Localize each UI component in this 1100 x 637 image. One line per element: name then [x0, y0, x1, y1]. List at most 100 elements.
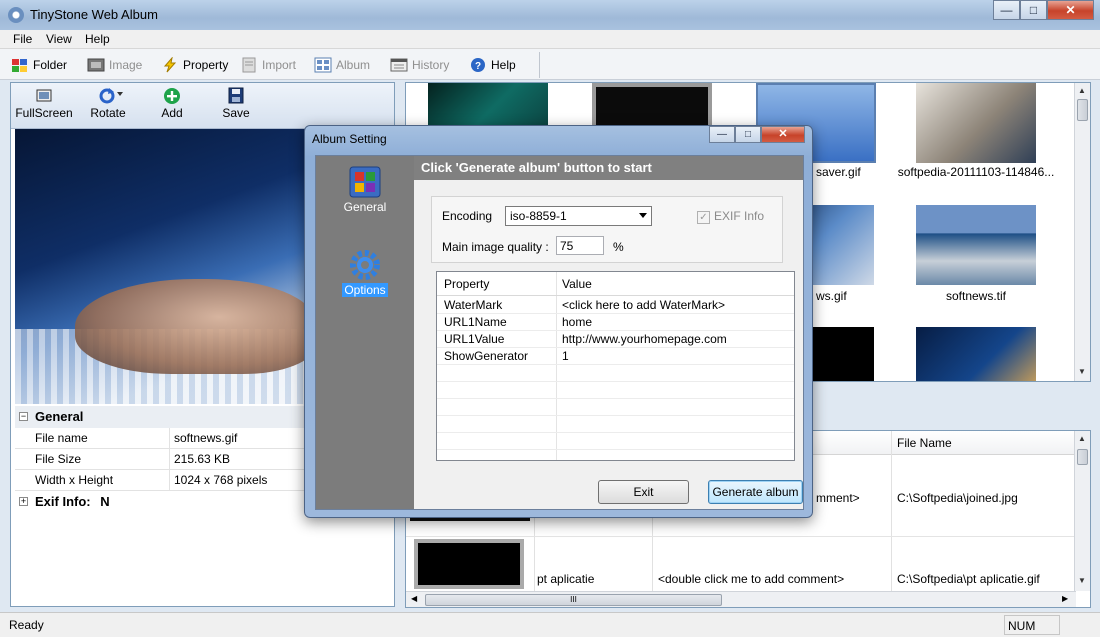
fullscreen-icon: [35, 87, 53, 104]
history-label: History: [412, 58, 450, 72]
import-button[interactable]: Import: [240, 54, 296, 76]
thumbnail-caption: softnews.tif: [945, 289, 1007, 303]
save-button[interactable]: Save: [206, 87, 266, 120]
scroll-up-icon[interactable]: ▲: [1078, 434, 1086, 443]
exif-group-value: N: [100, 494, 110, 509]
image-icon: [87, 57, 105, 73]
scroll-right-icon[interactable]: ▶: [1062, 594, 1068, 603]
property-value: 215.63 KB: [174, 452, 231, 466]
exit-button[interactable]: Exit: [598, 480, 689, 504]
hscroll-thumb[interactable]: III: [425, 594, 722, 606]
column-header-file-name[interactable]: File Name: [897, 436, 952, 450]
grid-row[interactable]: URL1Value http://www.yourhomepage.com: [437, 331, 794, 348]
status-bar: Ready NUM: [0, 612, 1100, 637]
property-key: File Size: [15, 449, 170, 469]
dialog-header: Click 'Generate album' button to start: [414, 156, 803, 180]
viewer-toolbar: FullScreen Rotate Add Save: [11, 83, 394, 129]
list-horizontal-scrollbar[interactable]: ◀ III ▶: [406, 591, 1076, 607]
grid-header-property[interactable]: Property: [444, 277, 489, 291]
generate-album-button[interactable]: Generate album: [708, 480, 803, 504]
grid-empty-row: [437, 382, 794, 399]
thumbnail[interactable]: [916, 205, 1036, 285]
options-gear-icon: [349, 249, 381, 281]
general-icon: [349, 166, 381, 198]
dialog-close-button[interactable]: ✕: [761, 126, 805, 143]
exif-info-label: EXIF Info: [714, 209, 765, 223]
album-label: Album: [336, 58, 371, 72]
rotate-icon: [99, 87, 123, 104]
grid-empty-row: [437, 365, 794, 382]
grid-value[interactable]: 1: [562, 349, 569, 363]
dialog-body: General Options Click 'Generate album' b…: [315, 155, 804, 510]
image-button[interactable]: Image: [87, 54, 142, 76]
fullscreen-button[interactable]: FullScreen: [14, 87, 74, 120]
exif-group-label: Exif Info:: [35, 494, 91, 509]
folder-button[interactable]: Folder: [11, 54, 67, 76]
property-value: 1024 x 768 pixels: [174, 473, 268, 487]
scroll-thumb[interactable]: [1077, 99, 1088, 121]
title-bar: TinyStone Web Album — □ ✕: [0, 0, 1100, 30]
scroll-down-icon[interactable]: ▼: [1078, 576, 1086, 585]
thumbnail[interactable]: [916, 83, 1036, 163]
property-value: softnews.gif: [174, 431, 238, 445]
row-thumbnail[interactable]: [414, 539, 524, 589]
save-label: Save: [222, 106, 250, 120]
dialog-maximize-button[interactable]: □: [735, 126, 761, 143]
thumbnail[interactable]: [916, 327, 1036, 381]
preview-figure: [75, 279, 315, 374]
history-button[interactable]: History: [390, 54, 449, 76]
collapse-icon[interactable]: −: [19, 412, 28, 421]
list-vertical-scrollbar[interactable]: ▲ ▼: [1074, 431, 1090, 591]
quality-input[interactable]: 75: [556, 236, 604, 255]
folder-icon: [11, 57, 29, 73]
close-button[interactable]: ✕: [1047, 0, 1094, 20]
grid-empty-row: [437, 433, 794, 450]
dialog-minimize-button[interactable]: —: [709, 126, 735, 143]
grid-empty-row: [437, 399, 794, 416]
rotate-button[interactable]: Rotate: [78, 87, 138, 120]
minimize-button[interactable]: —: [993, 0, 1020, 20]
sidebar-item-options[interactable]: Options: [316, 249, 414, 297]
add-label: Add: [161, 106, 183, 120]
album-options-grid: Property Value WaterMark <click here to …: [436, 271, 795, 461]
grid-value[interactable]: http://www.yourhomepage.com: [562, 332, 727, 346]
property-icon: [161, 56, 179, 73]
scroll-left-icon[interactable]: ◀: [411, 594, 417, 603]
grid-value[interactable]: <click here to add WaterMark>: [562, 298, 725, 312]
sidebar-item-label: General: [343, 200, 387, 214]
grid-value[interactable]: home: [562, 315, 592, 329]
expand-icon[interactable]: +: [19, 497, 28, 506]
fullscreen-label: FullScreen: [15, 106, 73, 120]
menu-file[interactable]: File: [13, 32, 32, 46]
folder-label: Folder: [33, 58, 68, 72]
maximize-button[interactable]: □: [1020, 0, 1047, 20]
scroll-thumb[interactable]: [1077, 449, 1088, 465]
grid-header-value[interactable]: Value: [562, 277, 592, 291]
encoding-select[interactable]: iso-8859-1: [505, 206, 652, 226]
menu-help[interactable]: Help: [85, 32, 110, 46]
dialog-title: Album Setting: [312, 132, 387, 146]
file-comment[interactable]: mment>: [816, 491, 860, 505]
thumbnail-caption: softpedia-20111103-114846...: [897, 165, 1055, 179]
property-button[interactable]: Property: [161, 54, 228, 76]
exif-info-checkbox[interactable]: ✓: [697, 211, 710, 224]
grid-row[interactable]: ShowGenerator 1: [437, 348, 794, 365]
sidebar-item-label: Options: [342, 283, 388, 297]
svg-text:?: ?: [475, 61, 481, 72]
thumbnail-scrollbar[interactable]: ▲ ▼: [1074, 83, 1090, 381]
file-comment[interactable]: <double click me to add comment>: [658, 572, 844, 586]
grid-row[interactable]: WaterMark <click here to add WaterMark>: [437, 297, 794, 314]
scroll-up-icon[interactable]: ▲: [1078, 86, 1086, 95]
scroll-down-icon[interactable]: ▼: [1078, 367, 1086, 376]
album-button[interactable]: Album: [314, 54, 370, 76]
num-lock-indicator: NUM: [1004, 615, 1060, 635]
encoding-select-value: iso-8859-1: [510, 209, 567, 223]
grid-row[interactable]: URL1Name home: [437, 314, 794, 331]
menu-view[interactable]: View: [46, 32, 72, 46]
help-button[interactable]: ? Help: [469, 54, 516, 76]
add-button[interactable]: Add: [142, 87, 202, 120]
app-icon: [8, 7, 24, 23]
sidebar-item-general[interactable]: General: [316, 166, 414, 214]
grid-property: URL1Value: [444, 332, 505, 346]
save-icon: [227, 87, 245, 104]
